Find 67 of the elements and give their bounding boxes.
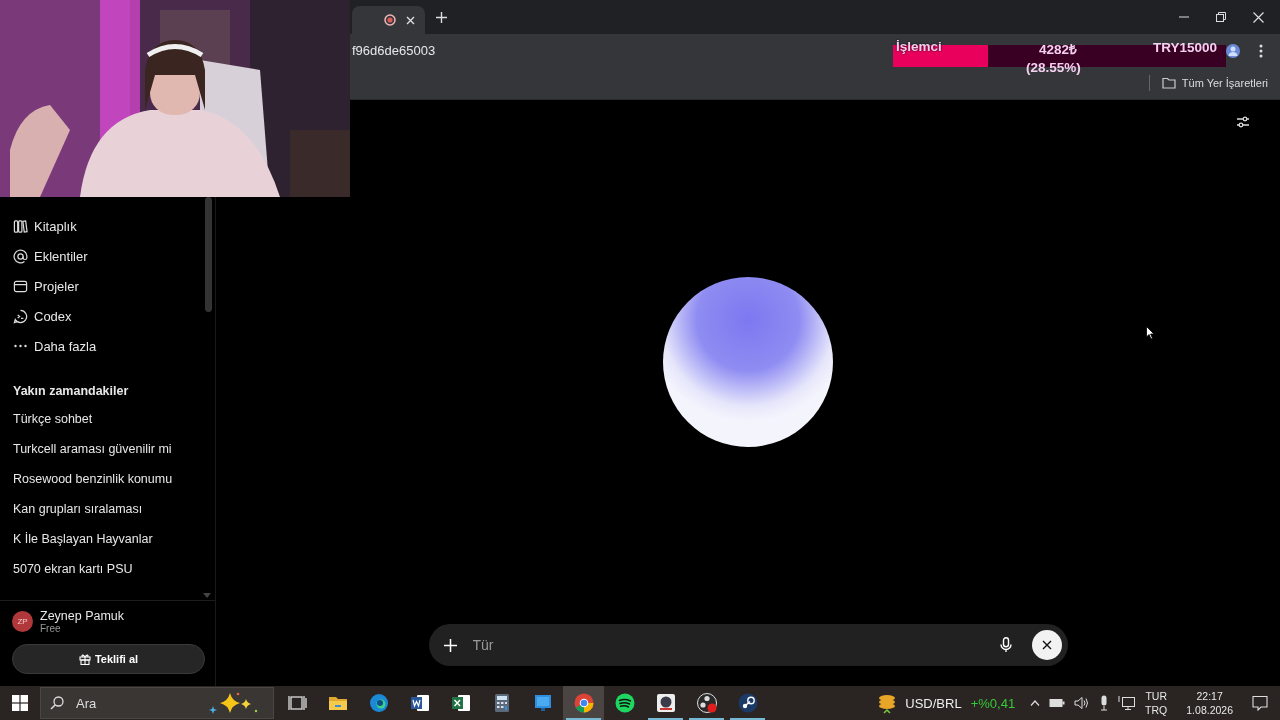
- chat-history-item[interactable]: Kan grupları sıralaması: [0, 494, 215, 524]
- nav-item[interactable]: Projeler: [0, 271, 215, 301]
- menu-icon[interactable]: [1259, 43, 1263, 58]
- battery-icon[interactable]: [1049, 698, 1066, 708]
- plus-icon[interactable]: [443, 638, 457, 652]
- network-icon[interactable]: [1118, 695, 1137, 711]
- at-icon: [13, 248, 28, 264]
- currency-pair: USD/BRL: [905, 695, 962, 711]
- cpu-target: TRY15000: [1153, 40, 1218, 55]
- bookmark-folder[interactable]: Tüm Yer İşaretleri: [1161, 77, 1268, 89]
- windows-start-icon[interactable]: [12, 695, 28, 711]
- clock[interactable]: 22:17 1.08.2026: [1186, 689, 1233, 717]
- word-document-icon: [408, 692, 431, 714]
- nav-item[interactable]: Daha fazla: [0, 331, 215, 361]
- browser-icon: [367, 692, 390, 714]
- sparkle-icon: [208, 691, 258, 715]
- terminal-bubble-icon: [13, 308, 28, 324]
- avatar-icon[interactable]: [1225, 42, 1241, 59]
- close-voice-button[interactable]: [1031, 630, 1062, 660]
- music-app-icon: [613, 692, 636, 714]
- recorder-icon: [695, 692, 718, 714]
- spreadsheet-icon: [449, 692, 472, 714]
- microphone-icon[interactable]: [999, 637, 1012, 653]
- section-heading: Yakın zamandakiler: [12, 383, 130, 400]
- folder-icon: [13, 278, 28, 294]
- chat-history-item[interactable]: Rosewood benzinlik konumu: [0, 464, 215, 494]
- chat-history-item[interactable]: 5070 ekran kartı PSU: [0, 554, 215, 584]
- folder-icon: [1161, 77, 1176, 89]
- chat-history-item[interactable]: Turkcell araması güvenilir mi: [0, 434, 215, 464]
- browser-tab[interactable]: [352, 6, 425, 34]
- nav-item[interactable]: Codex: [0, 301, 215, 331]
- chevron-up-icon[interactable]: [1030, 700, 1041, 706]
- chat-history-item[interactable]: K İle Başlayan Hayvanlar: [0, 524, 215, 554]
- search-input[interactable]: Ara: [74, 694, 198, 712]
- microphone-icon[interactable]: [1099, 695, 1110, 711]
- library-icon: [13, 218, 28, 234]
- restore-icon[interactable]: [1216, 12, 1226, 22]
- scrollbar[interactable]: [205, 197, 212, 312]
- language-indicator[interactable]: TUR TRQ: [1145, 689, 1168, 717]
- notification-icon[interactable]: [1252, 695, 1268, 711]
- more-icon: [13, 344, 28, 348]
- currency-change: +%0,41: [970, 695, 1016, 711]
- nav-item[interactable]: Eklentiler: [0, 241, 215, 271]
- steam-icon: [736, 692, 759, 714]
- offer-button[interactable]: Teklifi al: [12, 644, 205, 674]
- close-icon[interactable]: [1253, 11, 1264, 23]
- user-plan: Free: [40, 623, 62, 634]
- gift-icon: [78, 653, 91, 665]
- settings-sliders-icon[interactable]: [1236, 115, 1250, 129]
- search-icon: [50, 696, 64, 710]
- close-icon[interactable]: [406, 15, 415, 25]
- user-avatar[interactable]: ZP: [12, 611, 33, 632]
- volume-icon[interactable]: [1074, 696, 1091, 710]
- mouse-cursor-icon: [1146, 326, 1155, 340]
- input-bar[interactable]: Tür: [428, 624, 1068, 666]
- address-url[interactable]: f96d6de65003: [352, 43, 436, 58]
- nav-item[interactable]: Kitaplık: [0, 211, 215, 241]
- chat-history-item[interactable]: Türkçe sohbet: [0, 404, 215, 434]
- close-icon: [1041, 640, 1052, 650]
- taskbar-search-bar[interactable]: Ara: [40, 687, 274, 719]
- cpu-percent: (28.55%): [1026, 60, 1081, 75]
- new-tab-icon[interactable]: [436, 11, 447, 23]
- message-input[interactable]: Tür: [470, 636, 986, 654]
- game-app-icon: [654, 692, 677, 714]
- cpu-value: 4282₺: [1039, 41, 1078, 58]
- browser-icon: [572, 692, 595, 714]
- user-name: Zeynep Pamuk: [40, 609, 125, 623]
